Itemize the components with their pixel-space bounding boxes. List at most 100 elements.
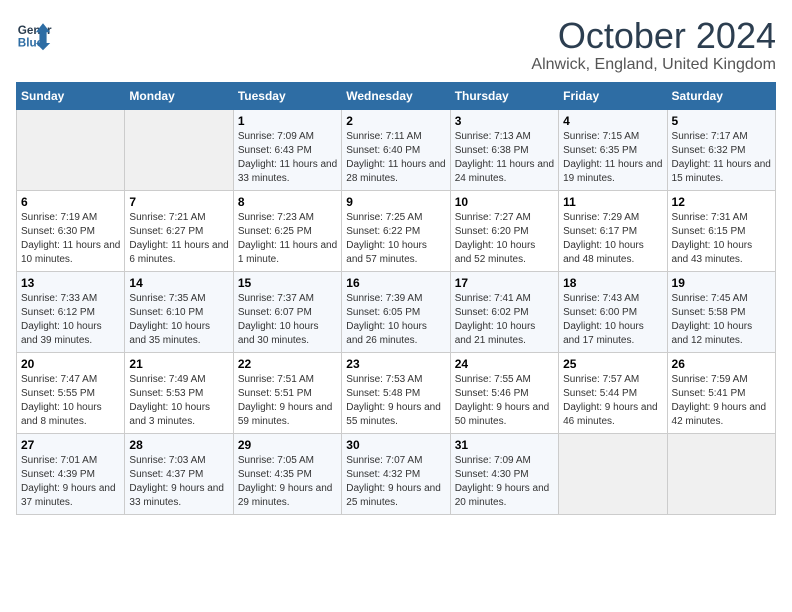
day-number: 16 xyxy=(346,276,445,290)
day-info: Sunrise: 7:35 AMSunset: 6:10 PMDaylight:… xyxy=(129,292,228,348)
logo-icon: General Blue xyxy=(16,16,52,52)
calendar-cell: 27 Sunrise: 7:01 AMSunset: 4:39 PMDayligh… xyxy=(17,433,125,514)
calendar-header-row: SundayMondayTuesdayWednesdayThursdayFrid… xyxy=(17,82,776,109)
calendar-cell: 23 Sunrise: 7:53 AMSunset: 5:48 PMDayligh… xyxy=(342,352,450,433)
day-info: Sunrise: 7:55 AMSunset: 5:46 PMDaylight:… xyxy=(455,373,554,429)
calendar-cell: 28 Sunrise: 7:03 AMSunset: 4:37 PMDayligh… xyxy=(125,433,233,514)
day-info: Sunrise: 7:53 AMSunset: 5:48 PMDaylight:… xyxy=(346,373,445,429)
day-number: 24 xyxy=(455,357,554,371)
calendar-cell: 14Sunrise: 7:35 AMSunset: 6:10 PMDayligh… xyxy=(125,271,233,352)
calendar-cell xyxy=(667,433,775,514)
day-header-thursday: Thursday xyxy=(450,82,558,109)
calendar-cell: 9 Sunrise: 7:25 AMSunset: 6:22 PMDaylight… xyxy=(342,190,450,271)
day-number: 22 xyxy=(238,357,337,371)
calendar-cell: 8Sunrise: 7:23 AMSunset: 6:25 PMDaylight… xyxy=(233,190,341,271)
day-number: 17 xyxy=(455,276,554,290)
day-header-wednesday: Wednesday xyxy=(342,82,450,109)
calendar-cell: 24 Sunrise: 7:55 AMSunset: 5:46 PMDayligh… xyxy=(450,352,558,433)
calendar-cell: 12 Sunrise: 7:31 AMSunset: 6:15 PMDayligh… xyxy=(667,190,775,271)
day-number: 4 xyxy=(563,114,662,128)
logo: General Blue xyxy=(16,16,52,52)
calendar-cell: 15 Sunrise: 7:37 AMSunset: 6:07 PMDayligh… xyxy=(233,271,341,352)
calendar-cell: 6 Sunrise: 7:19 AMSunset: 6:30 PMDaylight… xyxy=(17,190,125,271)
day-number: 11 xyxy=(563,195,662,209)
day-number: 28 xyxy=(129,438,228,452)
calendar-cell: 31 Sunrise: 7:09 AMSunset: 4:30 PMDayligh… xyxy=(450,433,558,514)
calendar-cell: 29 Sunrise: 7:05 AMSunset: 4:35 PMDayligh… xyxy=(233,433,341,514)
calendar-cell xyxy=(17,109,125,190)
day-number: 29 xyxy=(238,438,337,452)
calendar-cell: 16 Sunrise: 7:39 AMSunset: 6:05 PMDayligh… xyxy=(342,271,450,352)
day-info: Sunrise: 7:57 AMSunset: 5:44 PMDaylight:… xyxy=(563,373,662,429)
day-info: Sunrise: 7:05 AMSunset: 4:35 PMDaylight:… xyxy=(238,454,337,510)
day-info: Sunrise: 7:33 AMSunset: 6:12 PMDaylight:… xyxy=(21,292,120,348)
day-info: Sunrise: 7:19 AMSunset: 6:30 PMDaylight:… xyxy=(21,211,120,267)
day-number: 9 xyxy=(346,195,445,209)
day-info: Sunrise: 7:07 AMSunset: 4:32 PMDaylight:… xyxy=(346,454,445,510)
day-number: 23 xyxy=(346,357,445,371)
day-info: Sunrise: 7:31 AMSunset: 6:15 PMDaylight:… xyxy=(672,211,771,267)
calendar-cell: 2 Sunrise: 7:11 AMSunset: 6:40 PMDaylight… xyxy=(342,109,450,190)
day-info: Sunrise: 7:37 AMSunset: 6:07 PMDaylight:… xyxy=(238,292,337,348)
calendar-cell: 11 Sunrise: 7:29 AMSunset: 6:17 PMDayligh… xyxy=(559,190,667,271)
day-header-sunday: Sunday xyxy=(17,82,125,109)
day-info: Sunrise: 7:39 AMSunset: 6:05 PMDaylight:… xyxy=(346,292,445,348)
day-info: Sunrise: 7:09 AMSunset: 6:43 PMDaylight:… xyxy=(238,130,337,186)
calendar-table: SundayMondayTuesdayWednesdayThursdayFrid… xyxy=(16,82,776,515)
day-number: 15 xyxy=(238,276,337,290)
month-title: October 2024 xyxy=(531,16,776,56)
day-number: 18 xyxy=(563,276,662,290)
day-info: Sunrise: 7:11 AMSunset: 6:40 PMDaylight:… xyxy=(346,130,445,186)
title-block: October 2024 Alnwick, England, United Ki… xyxy=(531,16,776,74)
day-number: 5 xyxy=(672,114,771,128)
calendar-week-3: 13 Sunrise: 7:33 AMSunset: 6:12 PMDayligh… xyxy=(17,271,776,352)
calendar-cell: 10 Sunrise: 7:27 AMSunset: 6:20 PMDayligh… xyxy=(450,190,558,271)
day-info: Sunrise: 7:59 AMSunset: 5:41 PMDaylight:… xyxy=(672,373,771,429)
day-info: Sunrise: 7:03 AMSunset: 4:37 PMDaylight:… xyxy=(129,454,228,510)
day-number: 21 xyxy=(129,357,228,371)
day-info: Sunrise: 7:43 AMSunset: 6:00 PMDaylight:… xyxy=(563,292,662,348)
day-number: 13 xyxy=(21,276,120,290)
day-number: 3 xyxy=(455,114,554,128)
calendar-week-5: 27 Sunrise: 7:01 AMSunset: 4:39 PMDayligh… xyxy=(17,433,776,514)
day-info: Sunrise: 7:45 AMSunset: 5:58 PMDaylight:… xyxy=(672,292,771,348)
day-number: 8 xyxy=(238,195,337,209)
day-number: 27 xyxy=(21,438,120,452)
day-number: 6 xyxy=(21,195,120,209)
calendar-cell xyxy=(125,109,233,190)
day-info: Sunrise: 7:21 AMSunset: 6:27 PMDaylight:… xyxy=(129,211,228,267)
day-number: 30 xyxy=(346,438,445,452)
calendar-cell: 19 Sunrise: 7:45 AMSunset: 5:58 PMDayligh… xyxy=(667,271,775,352)
day-number: 19 xyxy=(672,276,771,290)
day-info: Sunrise: 7:51 AMSunset: 5:51 PMDaylight:… xyxy=(238,373,337,429)
day-info: Sunrise: 7:47 AMSunset: 5:55 PMDaylight:… xyxy=(21,373,120,429)
day-info: Sunrise: 7:25 AMSunset: 6:22 PMDaylight:… xyxy=(346,211,445,267)
day-info: Sunrise: 7:27 AMSunset: 6:20 PMDaylight:… xyxy=(455,211,554,267)
calendar-cell: 30 Sunrise: 7:07 AMSunset: 4:32 PMDayligh… xyxy=(342,433,450,514)
day-number: 20 xyxy=(21,357,120,371)
day-info: Sunrise: 7:13 AMSunset: 6:38 PMDaylight:… xyxy=(455,130,554,186)
day-number: 12 xyxy=(672,195,771,209)
calendar-cell: 18 Sunrise: 7:43 AMSunset: 6:00 PMDayligh… xyxy=(559,271,667,352)
page-header: General Blue October 2024 Alnwick, Engla… xyxy=(16,16,776,74)
calendar-week-2: 6 Sunrise: 7:19 AMSunset: 6:30 PMDaylight… xyxy=(17,190,776,271)
day-info: Sunrise: 7:41 AMSunset: 6:02 PMDaylight:… xyxy=(455,292,554,348)
day-number: 10 xyxy=(455,195,554,209)
day-number: 7 xyxy=(129,195,228,209)
calendar-cell: 13 Sunrise: 7:33 AMSunset: 6:12 PMDayligh… xyxy=(17,271,125,352)
day-header-friday: Friday xyxy=(559,82,667,109)
day-info: Sunrise: 7:29 AMSunset: 6:17 PMDaylight:… xyxy=(563,211,662,267)
day-header-tuesday: Tuesday xyxy=(233,82,341,109)
calendar-cell: 7 Sunrise: 7:21 AMSunset: 6:27 PMDaylight… xyxy=(125,190,233,271)
day-number: 25 xyxy=(563,357,662,371)
day-info: Sunrise: 7:09 AMSunset: 4:30 PMDaylight:… xyxy=(455,454,554,510)
calendar-cell: 22 Sunrise: 7:51 AMSunset: 5:51 PMDayligh… xyxy=(233,352,341,433)
calendar-cell: 1Sunrise: 7:09 AMSunset: 6:43 PMDaylight… xyxy=(233,109,341,190)
day-info: Sunrise: 7:01 AMSunset: 4:39 PMDaylight:… xyxy=(21,454,120,510)
day-number: 31 xyxy=(455,438,554,452)
calendar-cell: 20 Sunrise: 7:47 AMSunset: 5:55 PMDayligh… xyxy=(17,352,125,433)
day-number: 26 xyxy=(672,357,771,371)
day-header-saturday: Saturday xyxy=(667,82,775,109)
calendar-cell xyxy=(559,433,667,514)
day-number: 2 xyxy=(346,114,445,128)
